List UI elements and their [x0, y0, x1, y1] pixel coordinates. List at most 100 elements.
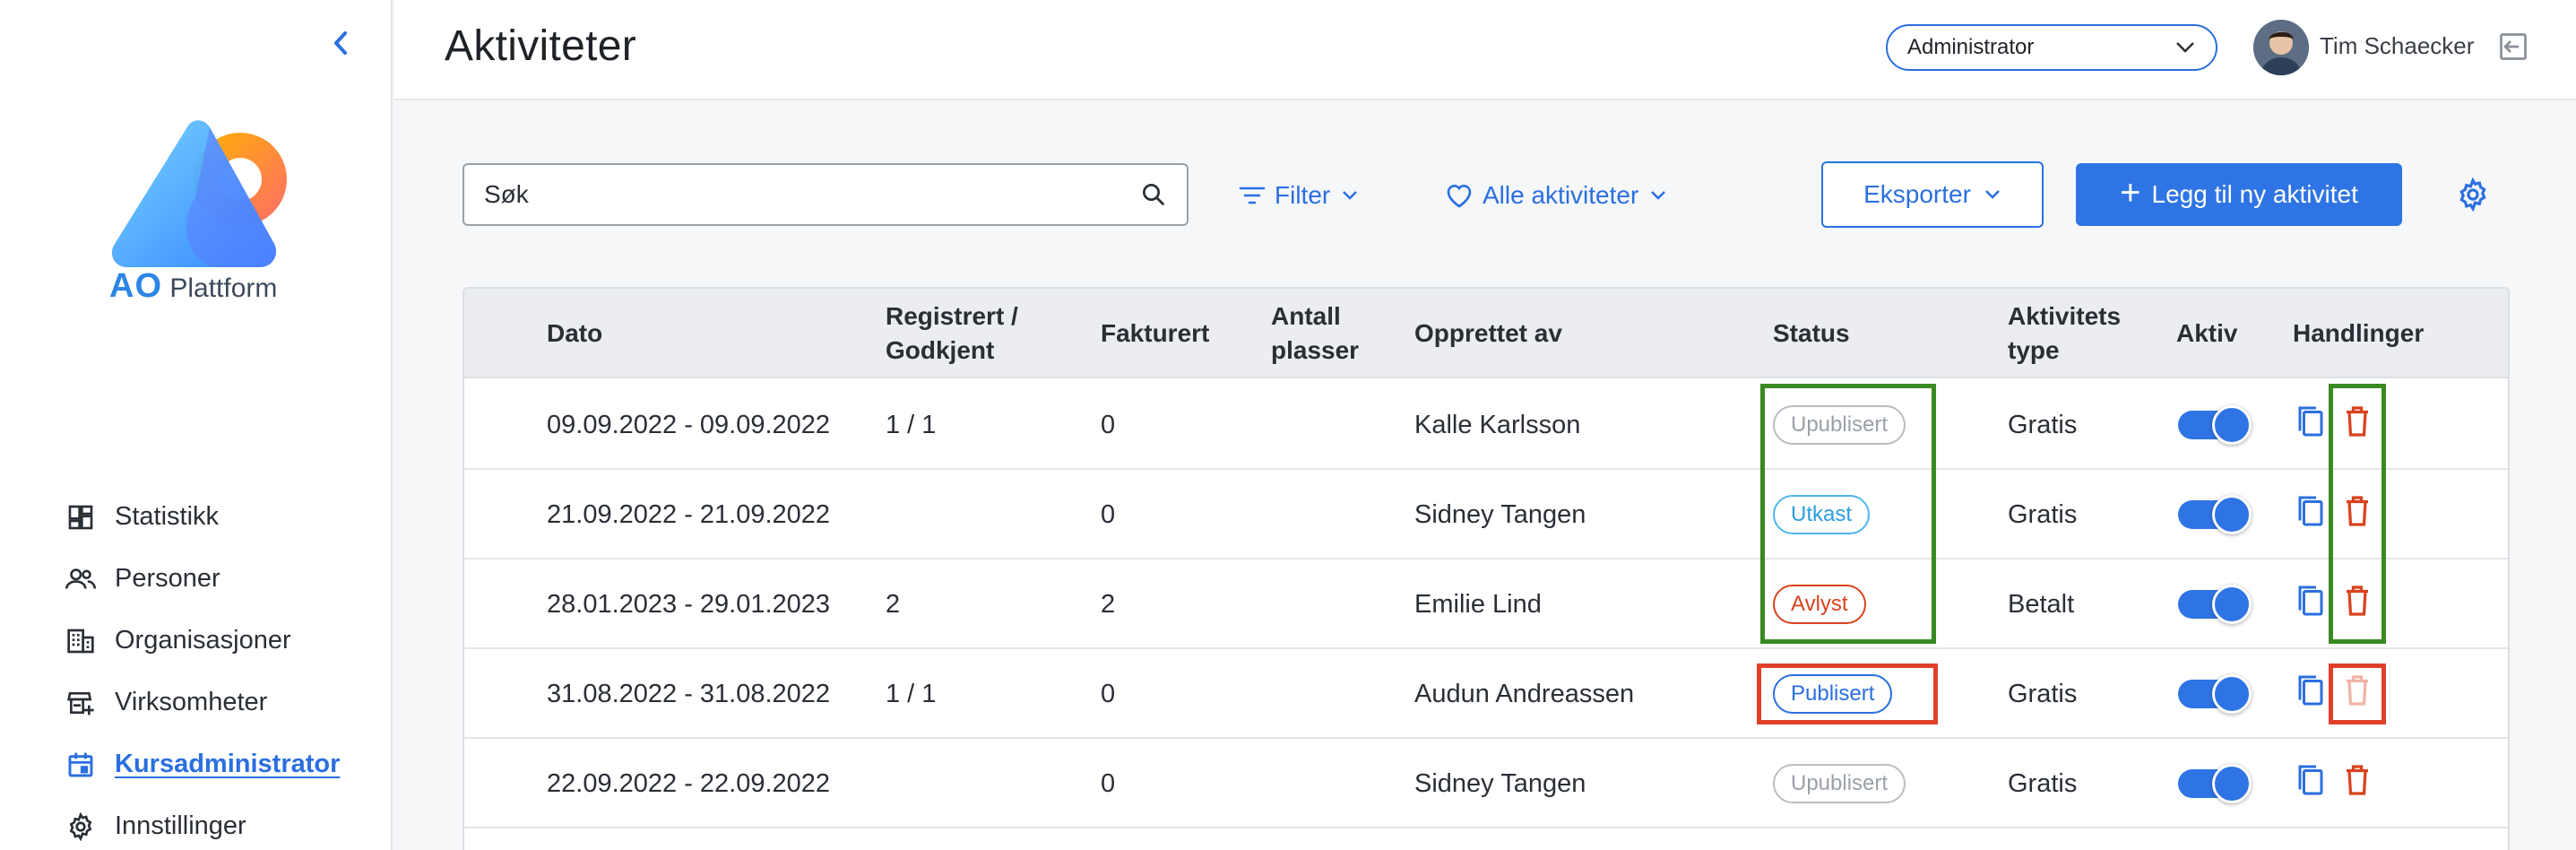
plus-icon: +	[2120, 173, 2141, 212]
cell-activity-type: Gratis	[2008, 768, 2078, 798]
sidebar-item-organisasjoner[interactable]: Organisasjoner	[63, 610, 340, 672]
delete-button[interactable]	[2339, 764, 2375, 803]
column-header-fakturert[interactable]: Fakturert	[1101, 289, 1209, 378]
chevron-down-icon	[1343, 191, 1358, 200]
toggle-knob	[2212, 674, 2252, 714]
cell-date: 31.08.2022 - 31.08.2022	[547, 679, 831, 708]
active-toggle[interactable]	[2178, 674, 2252, 714]
sidebar-item-label: Organisasjoner	[115, 626, 291, 655]
sidebar-item-label: Statistikk	[115, 502, 220, 531]
column-header-handlinger: Handlinger	[2293, 319, 2425, 347]
logout-button[interactable]	[2497, 30, 2529, 63]
table-row[interactable]: 31.08.2022 - 31.08.2022 1 / 1 0 Audun Andre…	[464, 649, 2508, 739]
cell-activity-type: Betalt	[2008, 589, 2075, 619]
active-toggle[interactable]	[2178, 405, 2252, 445]
column-header-aktivitets-type[interactable]: Aktivitets type	[2008, 289, 2142, 378]
cell-date: 22.09.2022 - 22.09.2022	[547, 768, 831, 798]
dashboard-icon	[63, 499, 99, 535]
sidebar-item-personer[interactable]: Personer	[63, 548, 340, 610]
copy-icon	[2295, 672, 2327, 716]
chevron-down-icon	[2176, 42, 2194, 53]
sidebar-nav: Statistikk Personer Organisasjoner Virks…	[63, 486, 340, 850]
sidebar-item-label: Kursadministrator	[115, 750, 341, 778]
cell-date: 28.01.2023 - 29.01.2023	[547, 589, 831, 619]
toggle-knob	[2212, 405, 2252, 445]
filter-label: Filter	[1275, 181, 1331, 209]
active-toggle[interactable]	[2178, 585, 2252, 624]
sidebar-item-statistikk[interactable]: Statistikk	[63, 486, 340, 548]
gear-icon	[2459, 177, 2486, 212]
user-name: Tim Schaecker	[2320, 32, 2475, 59]
status-highlight-red	[1757, 664, 1938, 724]
building-icon	[63, 623, 99, 659]
store-icon	[63, 685, 99, 721]
search-icon[interactable]	[1140, 181, 1167, 208]
sidebar-item-label: Personer	[115, 564, 220, 593]
cell-date: 09.09.2022 - 09.09.2022	[547, 410, 831, 439]
cell-activity-type: Gratis	[2008, 410, 2078, 439]
cell-invoiced: 0	[1101, 768, 1116, 798]
filter-button[interactable]: Filter	[1239, 176, 1359, 215]
logo-ao-text: AO	[109, 267, 162, 305]
active-toggle[interactable]	[2178, 495, 2252, 534]
table-row[interactable]: 28.01.2023 - 29.01.2023 2 2 Emilie Lind Avly…	[464, 559, 2508, 649]
column-header-opprettet-av[interactable]: Opprettet av	[1414, 289, 1562, 378]
cell-registered: 2	[886, 589, 901, 619]
avatar[interactable]	[2253, 20, 2309, 75]
column-header-dato[interactable]: Dato	[547, 289, 602, 378]
status-highlight-green	[1760, 384, 1936, 644]
export-label: Eksporter	[1863, 180, 1971, 208]
favorites-label: Alle aktiviteter	[1482, 181, 1639, 209]
table-row[interactable]: 22.09.2022 - 22.09.2022 0 Sidney Tangen Upu…	[464, 739, 2508, 828]
cell-invoiced: 2	[1101, 589, 1116, 619]
delete-highlight-green	[2329, 384, 2386, 644]
toggle-knob	[2212, 495, 2252, 534]
role-select-value: Administrator	[1907, 35, 2035, 59]
add-activity-label: Legg til ny aktivitet	[2151, 180, 2358, 208]
add-activity-button[interactable]: + Legg til ny aktivitet	[2076, 163, 2402, 226]
active-toggle[interactable]	[2178, 764, 2252, 803]
role-select[interactable]: Administrator	[1886, 24, 2217, 71]
toggle-knob	[2212, 585, 2252, 624]
cell-activity-type: Gratis	[2008, 499, 2078, 529]
copy-icon	[2295, 762, 2327, 805]
copy-icon	[2295, 403, 2327, 447]
table-header: Dato Registrert / Godkjent Fakturert Ant…	[464, 289, 2508, 378]
copy-button[interactable]	[2293, 585, 2329, 624]
top-header: Aktiviteter Administrator Tim Schaecker	[394, 0, 2576, 100]
table-row[interactable]: 21.09.2022 - 21.09.2022 0 Sidney Tangen Utk…	[464, 470, 2508, 559]
cell-activity-type: Gratis	[2008, 679, 2078, 708]
sidebar-item-virksomheter[interactable]: Virksomheter	[63, 672, 340, 733]
copy-button[interactable]	[2293, 495, 2329, 534]
favorites-filter-button[interactable]: Alle aktiviteter	[1445, 176, 1667, 215]
cell-created-by: Emilie Lind	[1414, 589, 1542, 619]
gear-icon	[63, 809, 99, 845]
copy-button[interactable]	[2293, 405, 2329, 445]
sidebar-item-innstillinger[interactable]: Innstillinger	[63, 795, 340, 850]
column-header-registrert[interactable]: Registrert / Godkjent	[886, 289, 1047, 378]
column-header-status[interactable]: Status	[1773, 289, 1850, 378]
search-input[interactable]	[484, 180, 1140, 209]
sidebar-item-label: Virksomheter	[115, 688, 268, 716]
sidebar-item-kursadministrator[interactable]: Kursadministrator	[63, 733, 340, 795]
column-header-aktiv[interactable]: Aktiv	[2176, 289, 2237, 378]
copy-button[interactable]	[2293, 674, 2329, 714]
filter-icon	[1239, 186, 1266, 204]
copy-button[interactable]	[2293, 764, 2329, 803]
table-settings-button[interactable]	[2456, 177, 2490, 212]
page-title: Aktiviteter	[445, 22, 637, 70]
cell-date: 21.09.2022 - 21.09.2022	[547, 499, 831, 529]
export-button[interactable]: Eksporter	[1821, 161, 2044, 228]
collapse-sidebar-button[interactable]	[324, 27, 357, 59]
cell-registered: 1 / 1	[886, 679, 937, 708]
logout-icon	[2500, 33, 2527, 60]
copy-icon	[2295, 583, 2327, 626]
table-row[interactable]: 09.09.2022 - 09.09.2022 1 / 1 0 Kalle Karls…	[464, 380, 2508, 470]
cell-invoiced: 0	[1101, 499, 1116, 529]
toggle-knob	[2212, 764, 2252, 803]
logo-wordmark: AO Plattform	[109, 267, 277, 306]
column-header-antall-plasser[interactable]: Antall plasser	[1271, 289, 1370, 378]
chevron-down-icon	[1651, 191, 1666, 200]
cell-invoiced: 0	[1101, 410, 1116, 439]
chevron-left-icon	[334, 31, 347, 55]
